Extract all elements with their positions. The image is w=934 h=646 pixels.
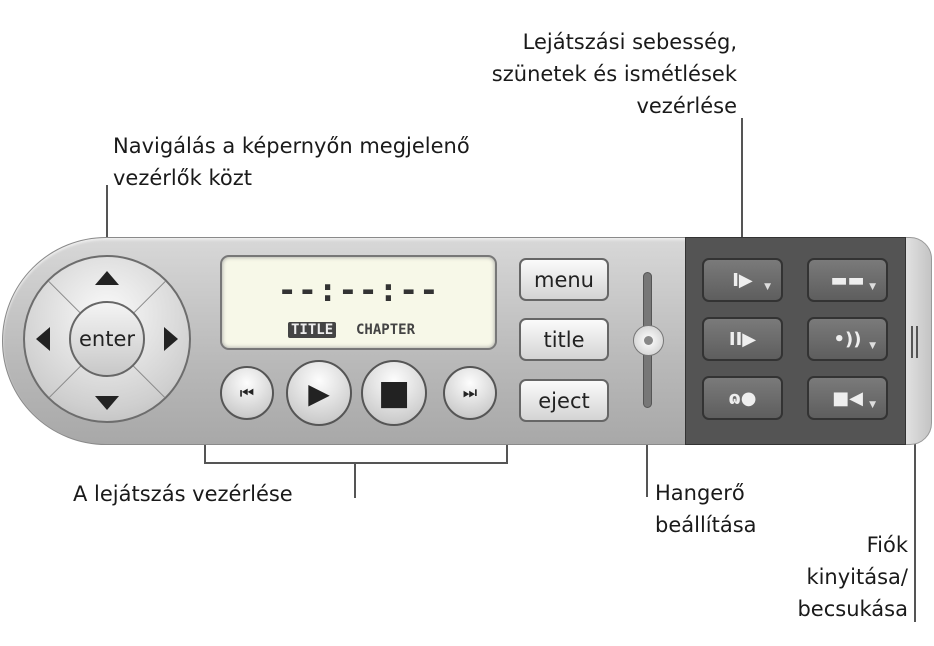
dropdown-arrow-icon: ▼	[869, 400, 876, 410]
audio-button[interactable]: •)) ▼	[807, 317, 888, 361]
step-frame-button[interactable]: II▶	[702, 317, 783, 361]
volume-slider-knob[interactable]	[633, 325, 664, 356]
callout-speed-line3: vezérlése	[636, 94, 737, 118]
return-button[interactable]: ɷ●	[702, 376, 783, 420]
title-indicator: TITLE	[288, 322, 337, 338]
step-frame-icon: II▶	[728, 328, 757, 350]
dropdown-arrow-icon: ▼	[869, 341, 876, 351]
menu-button[interactable]: menu	[519, 258, 609, 301]
callout-speed-line2: szünetek és ismétlések	[491, 62, 737, 86]
eject-button[interactable]: eject	[519, 379, 609, 422]
drawer-handle-icon	[911, 326, 913, 358]
stop-icon: ■	[377, 373, 411, 413]
callout-navigation-line2: vezérlők közt	[113, 166, 252, 190]
slow-motion-button[interactable]: I▶ ▼	[702, 258, 783, 302]
time-readout: --:--:--	[277, 271, 440, 309]
arrow-right-icon[interactable]	[164, 327, 178, 351]
callout-speed-line1: Lejátszási sebesség,	[522, 30, 737, 54]
subtitles-icon: ▬▬	[830, 269, 865, 291]
callout-drawer-line3: becsukása	[797, 597, 908, 621]
stop-button[interactable]: ■	[361, 360, 427, 426]
callout-volume-line2: beállítása	[655, 513, 757, 537]
callout-playback: A lejátszás vezérlése	[73, 482, 293, 506]
drawer-handle-icon	[916, 326, 918, 358]
play-button[interactable]: ▶	[286, 360, 352, 426]
dropdown-arrow-icon: ▼	[869, 282, 876, 292]
skip-back-icon: ⏮	[239, 383, 255, 402]
drawer-toggle[interactable]	[904, 237, 932, 445]
return-icon: ɷ●	[728, 387, 757, 409]
lcd-display: --:--:-- TITLE CHAPTER	[220, 255, 497, 350]
callout-drawer-line2: kinyitása/	[806, 565, 908, 589]
previous-chapter-button[interactable]: ⏮	[220, 366, 274, 420]
enter-button[interactable]: enter	[69, 301, 145, 377]
arrow-left-icon[interactable]	[36, 327, 50, 351]
play-icon: ▶	[308, 376, 330, 410]
audio-icon: •))	[833, 328, 862, 350]
camera-angle-button[interactable]: ■◀ ▼	[807, 376, 888, 420]
slow-motion-icon: I▶	[732, 269, 753, 291]
chapter-indicator: CHAPTER	[356, 322, 416, 338]
camera-angle-icon: ■◀	[832, 387, 863, 409]
subtitles-button[interactable]: ▬▬ ▼	[807, 258, 888, 302]
arrow-up-icon[interactable]	[95, 271, 119, 285]
arrow-down-icon[interactable]	[95, 396, 119, 410]
dropdown-arrow-icon: ▼	[764, 282, 771, 292]
callout-navigation-line1: Navigálás a képernyőn megjelenő	[113, 134, 470, 158]
next-chapter-button[interactable]: ⏭	[443, 366, 497, 420]
callout-drawer-line1: Fiók	[866, 533, 908, 557]
skip-forward-icon: ⏭	[462, 383, 478, 402]
bracket-line	[204, 462, 508, 464]
callout-line	[354, 462, 356, 498]
callout-volume-line1: Hangerő	[655, 481, 745, 505]
title-button[interactable]: title	[519, 318, 609, 361]
